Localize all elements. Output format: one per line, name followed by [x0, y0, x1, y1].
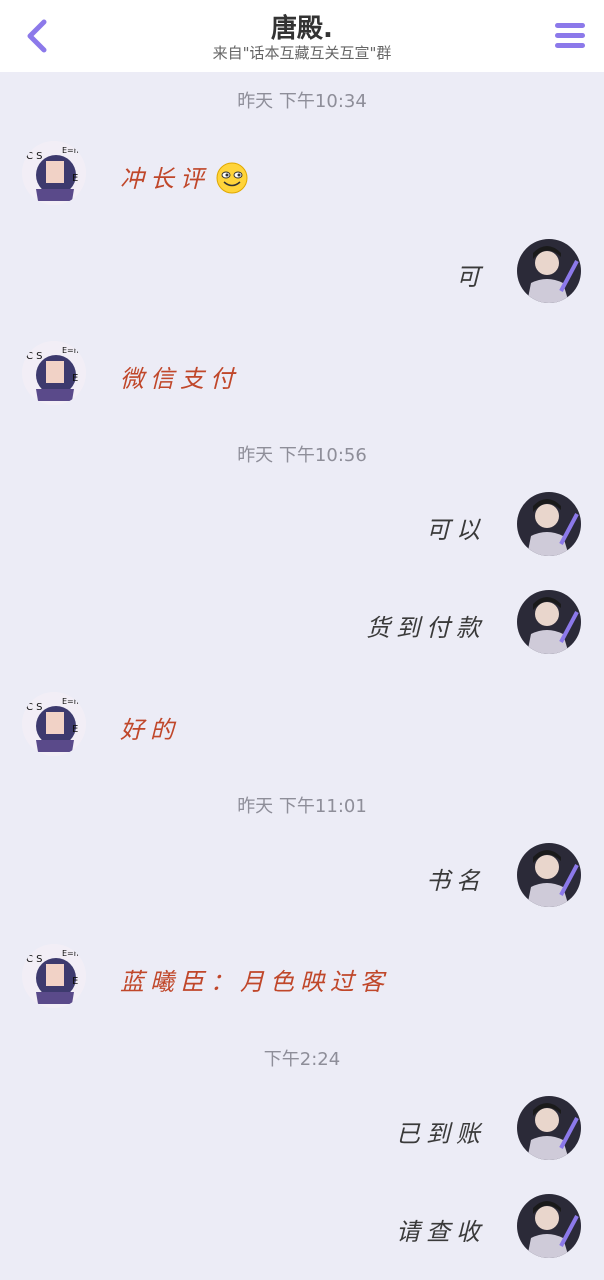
message-text: 冲长评 [120, 159, 248, 200]
avatar-self[interactable] [517, 843, 581, 907]
message-text: 可 [456, 263, 486, 291]
message-text: 已到账 [396, 1120, 486, 1148]
chat-header: 唐殿. 来自"话本互藏互关互宣"群 [0, 0, 604, 72]
svg-text:E: E [72, 976, 78, 987]
svg-text:E=mc²: E=mc² [62, 146, 86, 155]
avatar-self[interactable] [517, 590, 581, 654]
message-text: 冲长评 [120, 165, 210, 193]
svg-text:E: E [72, 373, 78, 384]
message-text: 微信支付 [120, 365, 240, 393]
svg-text:E=mc²: E=mc² [62, 949, 86, 958]
avatar-other[interactable]: C S E=mc² E [22, 692, 86, 756]
message-text: 可以 [426, 516, 486, 544]
timestamp: 下午2:24 [263, 1049, 341, 1070]
menu-button[interactable] [552, 18, 588, 54]
avatar-self[interactable] [517, 1096, 581, 1160]
timestamp: 昨天 下午10:34 [237, 91, 367, 112]
message-text: 书名 [426, 867, 486, 895]
svg-text:E=mc²: E=mc² [62, 697, 86, 706]
avatar-other[interactable]: C S E=mc² E [22, 141, 86, 205]
message-text: 蓝曦臣：月色映过客 [120, 968, 390, 996]
avatar-self[interactable] [517, 492, 581, 556]
svg-text:C S: C S [26, 954, 43, 965]
timestamp: 昨天 下午10:56 [237, 445, 367, 466]
svg-text:C S: C S [26, 702, 43, 713]
chat-title: 唐殿. [271, 14, 333, 44]
message-text: 货到付款 [366, 614, 486, 642]
svg-text:E: E [72, 173, 78, 184]
message-text: 请查收 [396, 1218, 486, 1246]
avatar-other[interactable]: C S E=mc² E [22, 341, 86, 405]
timestamp: 昨天 下午11:01 [237, 796, 367, 817]
smiley-emoji-icon [216, 162, 248, 200]
chat-subtitle: 来自"话本互藏互关互宣"群 [212, 44, 392, 62]
menu-icon [555, 23, 585, 48]
svg-text:E=mc²: E=mc² [62, 346, 86, 355]
svg-text:E: E [72, 724, 78, 735]
avatar-self[interactable] [517, 1194, 581, 1258]
message-text: 好的 [120, 716, 180, 744]
svg-text:C S: C S [26, 351, 43, 362]
avatar-self[interactable] [517, 239, 581, 303]
svg-text:C S: C S [26, 151, 43, 162]
avatar-other[interactable]: C S E=mc² E [22, 944, 86, 1008]
